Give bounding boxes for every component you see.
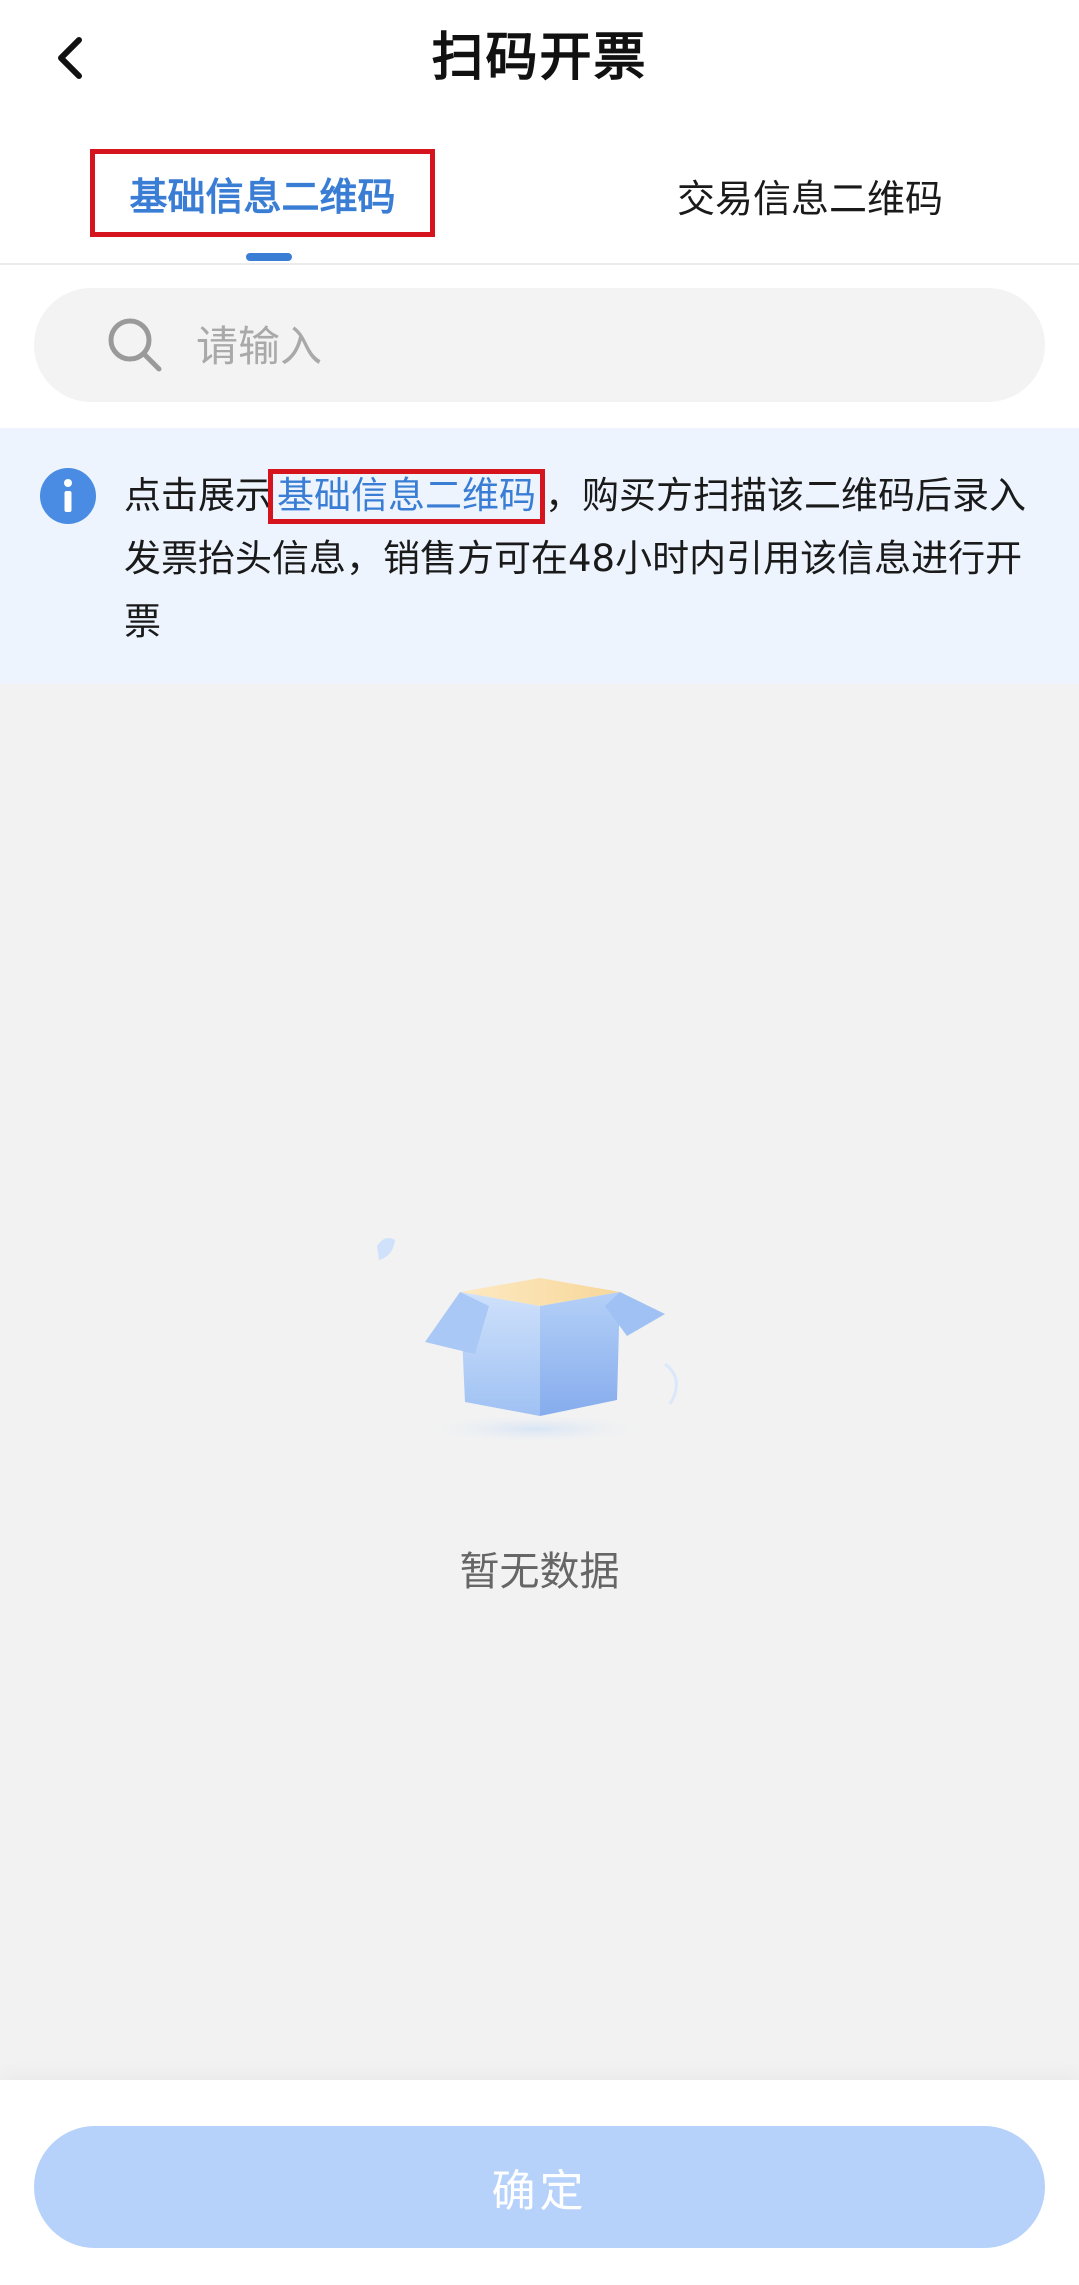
search-input[interactable] [194, 308, 998, 384]
notice-link-basic-qrcode[interactable]: 基础信息二维码 [268, 469, 545, 524]
info-notice: 点击展示 基础信息二维码 ，购买方扫描该二维码后录入发票抬头信息，销售方可在48小时… [0, 428, 1079, 684]
page-title: 扫码开票 [431, 28, 648, 88]
active-tab-indicator [246, 253, 292, 261]
empty-state-text: 暂无数据 [459, 1549, 620, 1595]
notice-text: 点击展示 基础信息二维码 ，购买方扫描该二维码后录入发票抬头信息，销售方可在48小时… [124, 464, 1044, 653]
notice-prefix: 点击展示 [124, 474, 272, 517]
search-bar[interactable] [34, 288, 1045, 402]
header-bar: 扫码开票 [0, 0, 1079, 125]
tab-basic-info-qrcode[interactable]: 基础信息二维码 [90, 149, 435, 237]
empty-box-illustration [377, 1238, 678, 1445]
info-icon [40, 468, 96, 524]
bottom-action-bar: 确定 [0, 2080, 1079, 2285]
tab-trade-info-qrcode[interactable]: 交易信息二维码 [620, 150, 1000, 240]
content-area: 暂无数据 [0, 684, 1079, 2080]
confirm-button[interactable]: 确定 [34, 2126, 1045, 2248]
search-icon [108, 318, 162, 372]
tab-bar: 基础信息二维码 交易信息二维码 [0, 125, 1079, 265]
